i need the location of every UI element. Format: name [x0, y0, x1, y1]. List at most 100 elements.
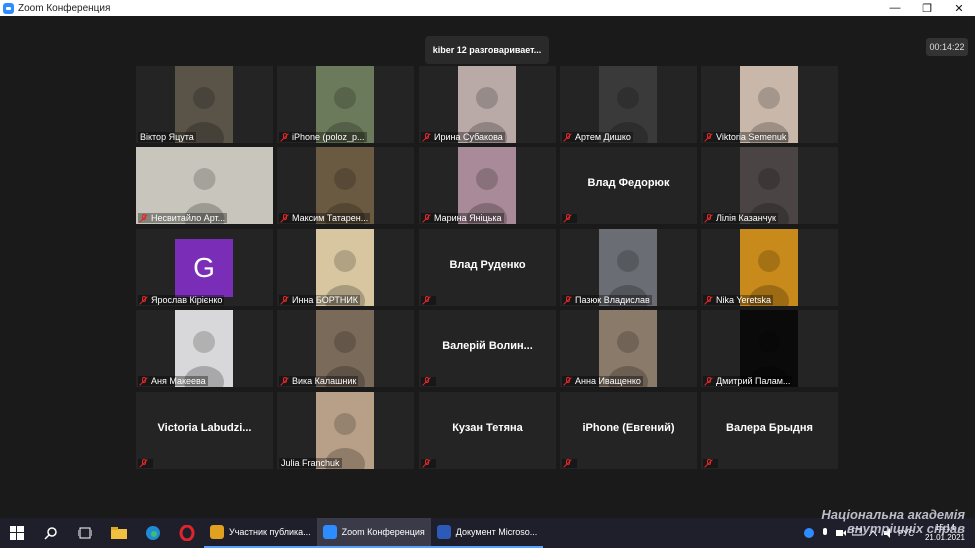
participant-label: Ирина Субакова — [421, 132, 505, 142]
participant-name: Анна Иващенко — [575, 376, 641, 386]
gallery-view: kiber 12 разговаривает... 00:14:22 Вікто… — [0, 16, 975, 518]
participant-label — [421, 377, 436, 386]
muted-mic-icon — [423, 132, 431, 142]
participant-label — [421, 296, 436, 305]
participant-tile[interactable]: Инна БОРТНИК — [277, 229, 414, 306]
muted-mic-icon — [281, 295, 289, 305]
participant-name: Вика Калашник — [292, 376, 357, 386]
participant-tile[interactable]: iPhone (Евгений) — [560, 392, 697, 469]
participant-tile[interactable]: Влад Руденко — [419, 229, 556, 306]
participant-tile[interactable]: Viktoria Semenuk — [701, 66, 838, 143]
participant-label: Дмитрий Палам... — [703, 376, 793, 386]
participant-tile[interactable]: Julia Franchuk — [277, 392, 414, 469]
participant-label — [562, 214, 577, 223]
participant-avatar: G — [175, 239, 233, 297]
taskbar-app-button[interactable]: Zoom Конференция — [316, 518, 431, 548]
participant-tile[interactable]: Ирина Субакова — [419, 66, 556, 143]
muted-mic-icon — [423, 213, 431, 223]
participant-name: Аня Макеева — [151, 376, 206, 386]
participant-tile[interactable]: Артем Дишко — [560, 66, 697, 143]
muted-mic-icon — [564, 132, 572, 142]
participant-tile[interactable]: Лілія Казанчук — [701, 147, 838, 224]
participant-tile[interactable]: iPhone (poloz_p... — [277, 66, 414, 143]
muted-mic-icon — [705, 376, 713, 386]
taskbar-app-label: Zoom Конференция — [341, 527, 425, 537]
muted-mic-icon — [705, 213, 713, 223]
participant-display-name: Victoria Labudzi... — [157, 422, 252, 434]
participant-display-name: Кузан Тетяна — [452, 422, 523, 434]
app-icon — [322, 525, 337, 539]
muted-mic-icon — [564, 214, 572, 223]
participant-label: Несвитайло Арт... — [138, 213, 228, 223]
participant-name: Дмитрий Палам... — [716, 376, 791, 386]
participant-label: Пазюк Владислав — [562, 295, 652, 305]
opera-browser-icon[interactable] — [170, 518, 204, 548]
participant-name: Julia Franchuk — [281, 458, 340, 468]
muted-mic-icon — [705, 295, 713, 305]
participant-label — [421, 459, 436, 468]
participant-label: Nika Yeretska — [703, 295, 774, 305]
participant-tile[interactable]: Nika Yeretska — [701, 229, 838, 306]
muted-mic-icon — [705, 132, 713, 142]
muted-mic-icon — [564, 459, 572, 468]
taskbar-app-button[interactable]: Участник публика... — [204, 518, 317, 548]
muted-mic-icon — [140, 295, 148, 305]
participant-display-name: Валера Брыдня — [726, 422, 813, 434]
muted-mic-icon — [423, 377, 431, 386]
participant-tile[interactable]: Пазюк Владислав — [560, 229, 697, 306]
participant-tile[interactable]: Валерій Волин... — [419, 310, 556, 387]
participant-name: Пазюк Владислав — [575, 295, 650, 305]
participant-tile[interactable]: Дмитрий Палам... — [701, 310, 838, 387]
close-button[interactable]: ✕ — [943, 0, 975, 16]
participant-tile[interactable]: Марина Яніцька — [419, 147, 556, 224]
participant-name: Артем Дишко — [575, 132, 631, 142]
muted-mic-icon — [140, 376, 148, 386]
taskbar-app-label: Документ Microso... — [455, 527, 538, 537]
participant-tile[interactable]: G Ярослав Кірієнко — [136, 229, 273, 306]
participant-tile[interactable]: Максим Татарен... — [277, 147, 414, 224]
title-bar: Zoom Конференция — ❐ ✕ — [0, 0, 975, 16]
participant-tile[interactable]: Вика Калашник — [277, 310, 414, 387]
taskbar-app-button[interactable]: Документ Microso... — [430, 518, 544, 548]
participant-label: Аня Макеева — [138, 376, 208, 386]
participant-label: Julia Franchuk — [279, 458, 342, 468]
participant-tile[interactable]: Несвитайло Арт... — [136, 147, 273, 224]
windows-start-icon[interactable] — [0, 518, 34, 548]
restore-button[interactable]: ❐ — [911, 0, 943, 16]
participant-label: Віктор Яцута — [138, 132, 196, 142]
participant-tile[interactable]: Кузан Тетяна — [419, 392, 556, 469]
participant-label: Марина Яніцька — [421, 213, 504, 223]
participant-display-name: Валерій Волин... — [442, 340, 533, 352]
participant-label: Инна БОРТНИК — [279, 295, 361, 305]
muted-mic-icon — [281, 132, 289, 142]
watermark-line2: внутрішніх справ — [846, 521, 965, 536]
participant-name: Лілія Казанчук — [716, 213, 776, 223]
minimize-button[interactable]: — — [879, 0, 911, 16]
watermark: Національна академія внутрішніх справ — [795, 508, 965, 536]
search-icon[interactable] — [34, 518, 68, 548]
participant-tile[interactable]: Анна Иващенко — [560, 310, 697, 387]
participant-tile[interactable]: Влад Федорюк — [560, 147, 697, 224]
muted-mic-icon — [281, 213, 289, 223]
app-icon — [436, 525, 451, 539]
participant-name: Ирина Субакова — [434, 132, 503, 142]
participant-name: Марина Яніцька — [434, 213, 502, 223]
muted-mic-icon — [281, 376, 289, 386]
participant-name: Viktoria Semenuk — [716, 132, 787, 142]
participant-tile[interactable]: Віктор Яцута — [136, 66, 273, 143]
participant-name: Nika Yeretska — [716, 295, 772, 305]
taskbar-app-label: Участник публика... — [229, 527, 311, 537]
participant-name: Ярослав Кірієнко — [151, 295, 223, 305]
participant-tile[interactable]: Аня Макеева — [136, 310, 273, 387]
file-explorer-icon[interactable] — [102, 518, 136, 548]
edge-browser-icon[interactable] — [136, 518, 170, 548]
participant-label: Максим Татарен... — [279, 213, 371, 223]
participant-tile[interactable]: Валера Брыдня — [701, 392, 838, 469]
participant-label — [703, 459, 718, 468]
participant-tile[interactable]: Victoria Labudzi... — [136, 392, 273, 469]
participant-label: Лілія Казанчук — [703, 213, 778, 223]
participant-label — [562, 459, 577, 468]
participant-name: Віктор Яцута — [140, 132, 194, 142]
task-view-icon[interactable] — [68, 518, 102, 548]
meeting-timer: 00:14:22 — [926, 38, 968, 56]
